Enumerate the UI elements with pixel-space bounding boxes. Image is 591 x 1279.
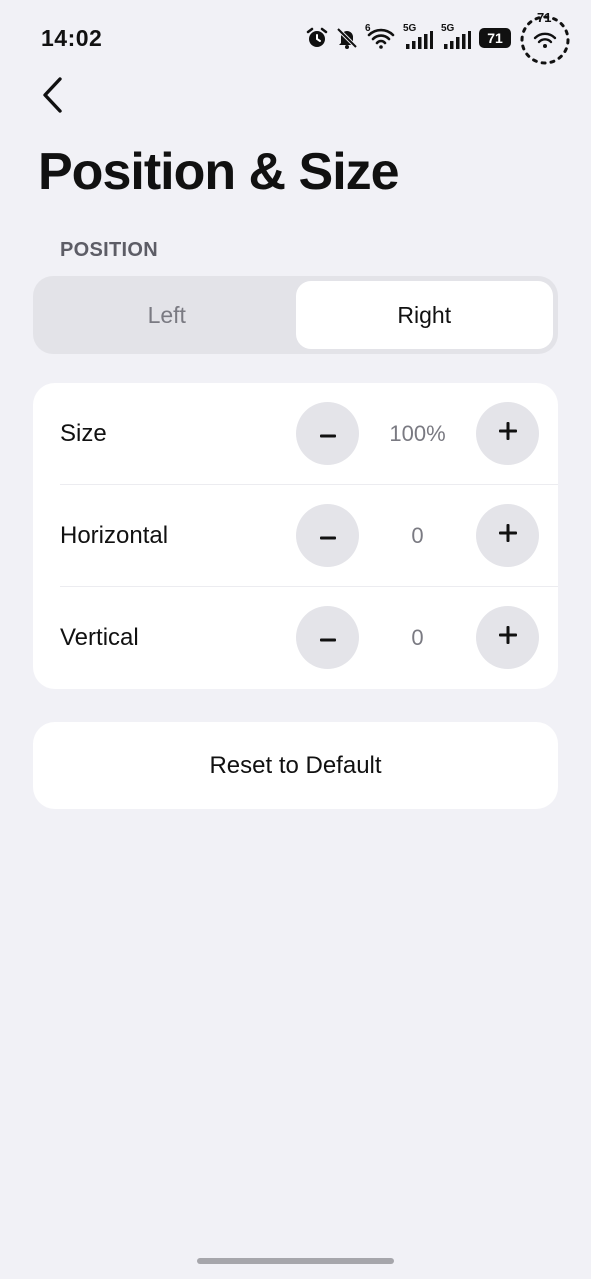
minus-icon <box>319 527 336 545</box>
position-section-label: POSITION <box>60 239 158 261</box>
signal-5g-icon: 5G <box>441 23 473 51</box>
speed-indicator: 71 <box>517 10 573 66</box>
battery-icon: 71 <box>479 28 511 48</box>
page-title: Position & Size <box>38 143 400 201</box>
size-stepper: 100% <box>296 402 539 466</box>
horizontal-row: Horizontal 0 <box>33 485 558 587</box>
reset-to-default-button[interactable]: Reset to Default <box>33 722 558 809</box>
position-segmented-control: Left Right <box>33 276 558 354</box>
plus-icon <box>498 422 517 445</box>
minus-icon <box>319 629 336 647</box>
horizontal-value: 0 <box>411 522 424 548</box>
status-bar: 14:02 6 5G 5G 71 71 <box>0 0 591 76</box>
horizontal-stepper: 0 <box>296 504 539 568</box>
vertical-increase-button[interactable] <box>476 606 539 669</box>
horizontal-label: Horizontal <box>60 522 169 549</box>
chevron-left-icon <box>40 75 66 120</box>
position-option-right[interactable]: Right <box>295 281 553 349</box>
vertical-stepper: 0 <box>296 606 539 670</box>
signal-5g-icon: 5G <box>403 23 435 51</box>
settings-card: Size 100% Horizontal 0 Vertical 0 <box>33 383 558 689</box>
plus-icon <box>498 626 517 649</box>
vertical-value: 0 <box>411 624 424 650</box>
position-option-left[interactable]: Left <box>38 281 296 349</box>
status-time: 14:02 <box>41 25 103 51</box>
size-decrease-button[interactable] <box>296 402 359 465</box>
alarm-icon <box>305 26 329 50</box>
back-button[interactable] <box>30 74 76 120</box>
home-indicator[interactable] <box>197 1258 394 1264</box>
size-increase-button[interactable] <box>476 402 539 465</box>
vertical-decrease-button[interactable] <box>296 606 359 669</box>
horizontal-decrease-button[interactable] <box>296 504 359 567</box>
minus-icon <box>319 425 336 443</box>
bell-off-icon <box>335 26 359 50</box>
screen: 14:02 6 5G 5G 71 71 Position & Size POSI… <box>0 0 591 1279</box>
size-value: 100% <box>389 420 446 446</box>
size-label: Size <box>60 420 107 447</box>
plus-icon <box>498 524 517 547</box>
vertical-row: Vertical 0 <box>33 587 558 689</box>
wifi-6-icon: 6 <box>365 23 397 51</box>
vertical-label: Vertical <box>60 624 139 651</box>
horizontal-increase-button[interactable] <box>476 504 539 567</box>
size-row: Size 100% <box>33 383 558 485</box>
status-icons: 6 5G 5G 71 71 <box>305 10 573 65</box>
